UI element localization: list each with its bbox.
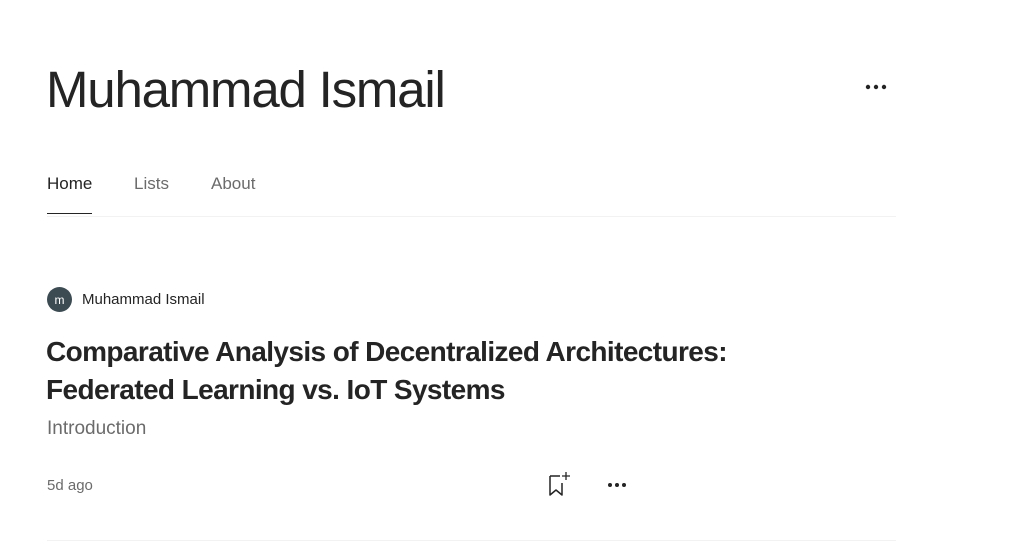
post-divider xyxy=(47,540,896,541)
tab-lists[interactable]: Lists xyxy=(134,174,169,213)
bookmark-add-icon xyxy=(549,472,570,496)
post-subtitle[interactable]: Introduction xyxy=(47,418,146,440)
author-name[interactable]: Muhammad Ismail xyxy=(82,291,205,308)
profile-more-button[interactable] xyxy=(858,72,894,102)
tab-about[interactable]: About xyxy=(211,174,255,213)
post-date: 5d ago xyxy=(47,477,93,494)
post-more-button[interactable] xyxy=(601,472,633,498)
post-author[interactable]: m Muhammad Ismail xyxy=(47,287,205,312)
tab-home[interactable]: Home xyxy=(47,174,93,214)
profile-tabs: Home Lists About xyxy=(47,160,896,217)
ellipsis-icon xyxy=(865,84,887,90)
ellipsis-icon xyxy=(608,483,626,487)
profile-name: Muhammad Ismail xyxy=(46,61,446,118)
save-bookmark-button[interactable] xyxy=(545,469,573,499)
avatar[interactable]: m xyxy=(47,287,72,312)
post-title[interactable]: Comparative Analysis of Decentralized Ar… xyxy=(46,333,806,409)
